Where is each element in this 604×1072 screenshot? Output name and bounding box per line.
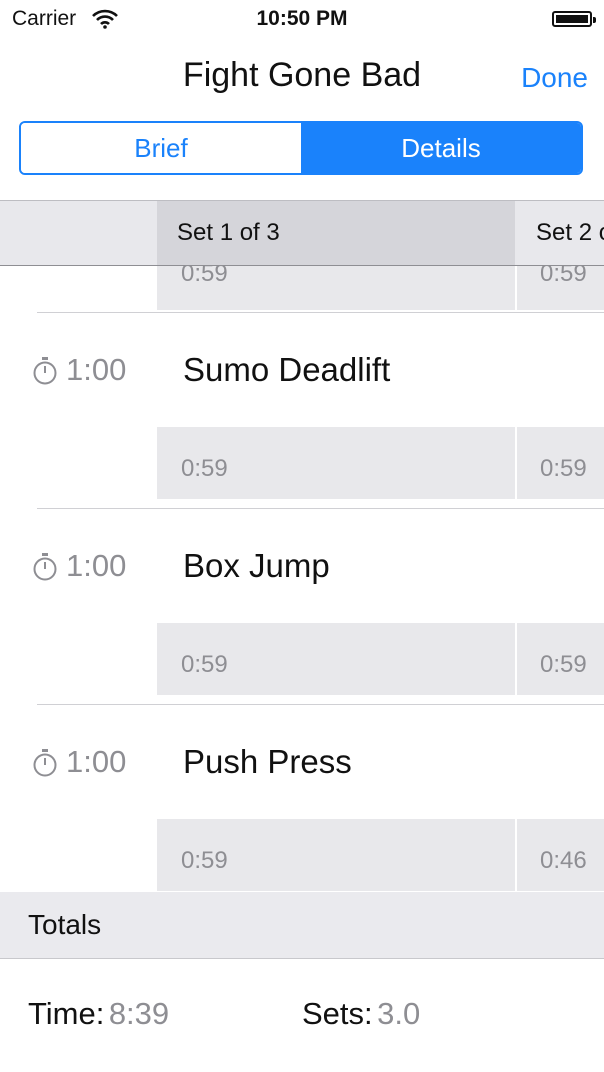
exercise-name: Push Press	[183, 743, 352, 780]
exercise-duration: 1:00	[66, 352, 127, 387]
total-time-label: Time:	[28, 996, 105, 1031]
totals-header-label: Totals	[28, 909, 102, 940]
totals-summary: Time: 8:39 Sets: 3.0	[0, 960, 604, 1072]
segment-details[interactable]: Details	[301, 123, 581, 173]
segmented-control: Brief Details	[19, 121, 583, 175]
status-time: 10:50 PM	[256, 7, 348, 30]
set1-time: 0:59	[181, 847, 228, 874]
segment-brief[interactable]: Brief	[21, 123, 301, 173]
total-sets: Sets: 3.0	[302, 996, 420, 1032]
exercise-list[interactable]: 0:59 0:59 1:00 Sumo Deadlift 0:59 0:59 1…	[0, 266, 604, 892]
totals-header: Totals	[0, 892, 604, 959]
exercise-row-push-press[interactable]: 1:00 Push Press	[0, 724, 604, 804]
row-separator	[37, 704, 604, 705]
exercise-row-sumo-deadlift[interactable]: 1:00 Sumo Deadlift	[0, 332, 604, 412]
set2-time: 0:59	[540, 266, 587, 287]
set-times-row: 0:59 0:46	[157, 819, 604, 891]
page-title: Fight Gone Bad	[182, 56, 422, 94]
exercise-name: Sumo Deadlift	[183, 351, 391, 388]
set-times-row: 0:59 0:59	[157, 266, 604, 310]
set1-time: 0:59	[181, 651, 228, 678]
status-bar: Carrier 10:50 PM	[0, 0, 604, 40]
set1-time: 0:59	[181, 455, 228, 482]
set2-time: 0:46	[540, 847, 587, 874]
total-sets-label: Sets:	[302, 996, 373, 1031]
total-time-value: 8:39	[108, 996, 170, 1031]
set2-time: 0:59	[540, 651, 587, 678]
row-separator	[37, 312, 604, 313]
stopwatch-icon	[33, 357, 57, 385]
set1-header-label: Set 1 of 3	[177, 219, 280, 246]
stopwatch-icon	[33, 553, 57, 581]
done-button[interactable]: Done	[521, 62, 588, 94]
set2-header-label: Set 2 of 3	[536, 219, 604, 246]
set-column-header[interactable]: Set 1 of 3 Set 2 of 3	[0, 200, 604, 266]
exercise-row-box-jump[interactable]: 1:00 Box Jump	[0, 528, 604, 608]
row-separator	[37, 508, 604, 509]
set1-time: 0:59	[181, 266, 228, 287]
exercise-duration: 1:00	[66, 744, 127, 779]
battery-icon	[552, 11, 596, 27]
set2-time: 0:59	[540, 455, 587, 482]
set-times-row: 0:59 0:59	[157, 623, 604, 695]
set-times-row: 0:59 0:59	[157, 427, 604, 499]
stopwatch-icon	[33, 749, 57, 777]
exercise-name: Box Jump	[183, 547, 330, 584]
total-sets-value: 3.0	[377, 996, 421, 1031]
total-time: Time: 8:39	[28, 996, 169, 1032]
exercise-duration: 1:00	[66, 548, 127, 583]
